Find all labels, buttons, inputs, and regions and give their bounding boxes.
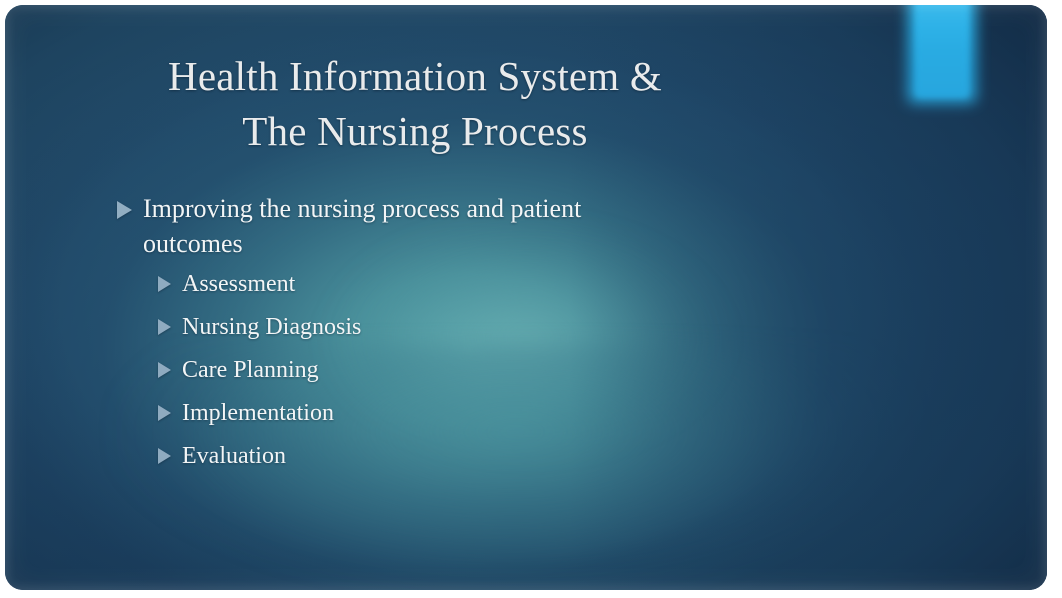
bullet-item-level2: Nursing Diagnosis: [158, 310, 757, 344]
slide-content: Health Information System & The Nursing …: [5, 5, 1047, 590]
bullet-text: Nursing Diagnosis: [182, 314, 362, 340]
triangle-right-icon: [158, 319, 171, 335]
bullet-text: Evaluation: [182, 443, 286, 469]
bullet-text: Implementation: [182, 400, 334, 426]
bullet-item-level2: Evaluation: [158, 439, 757, 473]
bullet-item-level1: Improving the nursing process and patien…: [117, 191, 757, 261]
triangle-right-icon: [117, 201, 132, 219]
triangle-right-icon: [158, 448, 171, 464]
slide-title-line-2: The Nursing Process: [242, 108, 588, 154]
slide-title-line-1: Health Information System &: [168, 53, 662, 99]
triangle-right-icon: [158, 276, 171, 292]
triangle-right-icon: [158, 362, 171, 378]
bullet-text: Improving the nursing process and patien…: [143, 194, 582, 258]
bullet-text: Assessment: [182, 271, 296, 297]
slide-stage: Health Information System & The Nursing …: [0, 0, 1062, 598]
slide-title: Health Information System & The Nursing …: [75, 49, 755, 159]
bullet-item-level2: Care Planning: [158, 353, 757, 387]
triangle-right-icon: [158, 405, 171, 421]
bullet-item-level2: Assessment: [158, 267, 757, 301]
presentation-slide: Health Information System & The Nursing …: [5, 5, 1047, 590]
bullet-text: Care Planning: [182, 357, 319, 383]
bullet-list: Improving the nursing process and patien…: [117, 191, 757, 482]
bullet-item-level2: Implementation: [158, 396, 757, 430]
